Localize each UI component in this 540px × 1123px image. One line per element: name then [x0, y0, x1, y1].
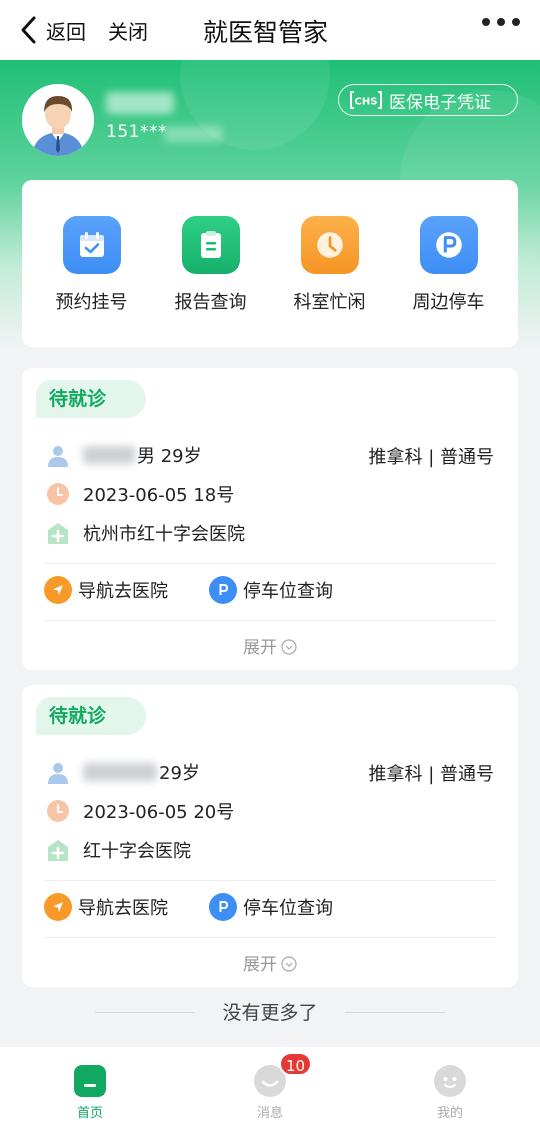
bottom-tab-bar: 首页 消息 10 我的 — [0, 1047, 540, 1123]
quick-menu: 预约挂号 报告查询 科室忙闲 周边停车 — [22, 180, 518, 347]
hospital-icon — [48, 840, 68, 861]
chevron-down-icon — [281, 639, 297, 655]
clock-icon — [47, 800, 69, 822]
insurance-button-label: 医保电子凭证 — [389, 92, 491, 113]
svg-text:CHS: CHS — [355, 97, 378, 108]
date-row: 2023-06-05 18号 — [46, 481, 234, 507]
parking-lookup-button[interactable]: 停车位查询 — [209, 576, 333, 604]
chevron-left-icon — [21, 16, 36, 44]
divider — [345, 1012, 445, 1013]
navigate-to-hospital-button[interactable]: 导航去医院 — [44, 576, 168, 604]
hospital-icon — [48, 523, 68, 544]
status-badge: 待就诊 — [36, 697, 146, 735]
person-icon — [48, 446, 68, 467]
hospital-name: 红十字会医院 — [83, 841, 191, 862]
top-nav-bar: 返回 关闭 就医智管家 — [0, 0, 540, 60]
menu-label: 科室忙闲 — [293, 292, 366, 313]
navigation-arrow-icon — [44, 576, 72, 604]
parking-label: 停车位查询 — [243, 898, 333, 919]
more-dot-icon — [512, 18, 520, 26]
patient-name-blurred — [83, 446, 135, 464]
avatar[interactable] — [22, 84, 94, 156]
expand-button[interactable]: 展开 — [22, 633, 518, 658]
clock-icon — [47, 483, 69, 505]
navigate-label: 导航去医院 — [78, 898, 168, 919]
menu-item-department-busy[interactable]: 科室忙闲 — [270, 180, 389, 347]
divider — [44, 937, 496, 938]
navigate-to-hospital-button[interactable]: 导航去医院 — [44, 893, 168, 921]
menu-label: 周边停车 — [412, 292, 485, 313]
divider — [44, 563, 496, 564]
tab-label: 我的 — [436, 1106, 463, 1121]
chs-logo-icon: CHS — [350, 91, 382, 109]
parking-label: 停车位查询 — [243, 581, 333, 602]
insurance-certificate-button[interactable]: CHS 医保电子凭证 — [338, 84, 518, 116]
parking-icon — [419, 216, 478, 274]
date-row: 2023-06-05 20号 — [46, 798, 234, 824]
person-icon — [48, 763, 68, 784]
home-icon — [74, 1065, 106, 1097]
doctor-avatar-icon — [22, 84, 94, 156]
appointment-card[interactable]: 待就诊 男 29岁 推拿科 | 普通号 2023-06-05 18号 杭州市红十… — [22, 368, 518, 670]
menu-label: 预约挂号 — [55, 292, 128, 313]
page-title: 就医智管家 — [203, 18, 329, 47]
department-info: 推拿科 | 普通号 — [368, 764, 494, 785]
tab-profile[interactable]: 我的 — [360, 1047, 540, 1123]
navigation-arrow-icon — [44, 893, 72, 921]
more-menu-button[interactable] — [482, 18, 520, 26]
more-dot-icon — [497, 18, 505, 26]
menu-item-appointment[interactable]: 预约挂号 — [32, 180, 151, 347]
user-name-blurred — [106, 92, 174, 114]
no-more-text: 没有更多了 — [222, 1002, 318, 1024]
clipboard-icon — [181, 216, 240, 274]
navigate-label: 导航去医院 — [78, 581, 168, 602]
divider — [44, 880, 496, 881]
profile-icon — [434, 1065, 466, 1097]
appointment-card[interactable]: 待就诊 29岁 推拿科 | 普通号 2023-06-05 20号 红十字会医院 … — [22, 685, 518, 987]
menu-label: 报告查询 — [174, 292, 247, 313]
tab-messages[interactable]: 消息 10 — [180, 1047, 360, 1123]
appointment-date: 2023-06-05 18号 — [83, 485, 235, 506]
unread-badge: 10 — [279, 1052, 313, 1076]
patient-info: 男 29岁 — [137, 446, 202, 467]
user-phone-blurred — [164, 126, 222, 142]
expand-button[interactable]: 展开 — [22, 950, 518, 975]
tab-label: 首页 — [76, 1106, 103, 1121]
expand-label: 展开 — [243, 955, 277, 975]
department-info: 推拿科 | 普通号 — [368, 447, 494, 468]
divider — [44, 620, 496, 621]
patient-info: 29岁 — [159, 763, 200, 784]
patient-name-blurred — [83, 763, 157, 781]
more-dot-icon — [482, 18, 490, 26]
hospital-name: 杭州市红十字会医院 — [83, 524, 245, 545]
status-badge: 待就诊 — [36, 380, 146, 418]
calendar-check-icon — [62, 216, 121, 274]
hospital-row: 红十字会医院 — [46, 837, 191, 863]
parking-lookup-button[interactable]: 停车位查询 — [209, 893, 333, 921]
clock-icon — [300, 216, 359, 274]
tab-home[interactable]: 首页 — [0, 1047, 180, 1123]
back-button[interactable]: 返回 — [18, 10, 86, 50]
appointment-date: 2023-06-05 20号 — [83, 802, 235, 823]
patient-row: 29岁 — [46, 759, 200, 785]
user-phone: 151*** — [106, 122, 167, 142]
chevron-down-icon — [281, 956, 297, 972]
hospital-row: 杭州市红十字会医院 — [46, 520, 245, 546]
close-button[interactable]: 关闭 — [108, 16, 148, 45]
expand-label: 展开 — [243, 638, 277, 658]
parking-icon — [209, 893, 237, 921]
parking-icon — [209, 576, 237, 604]
patient-row: 男 29岁 — [46, 442, 202, 468]
tab-label: 消息 — [256, 1106, 283, 1121]
menu-item-parking[interactable]: 周边停车 — [389, 180, 508, 347]
menu-item-report[interactable]: 报告查询 — [151, 180, 270, 347]
back-label: 返回 — [46, 19, 86, 44]
